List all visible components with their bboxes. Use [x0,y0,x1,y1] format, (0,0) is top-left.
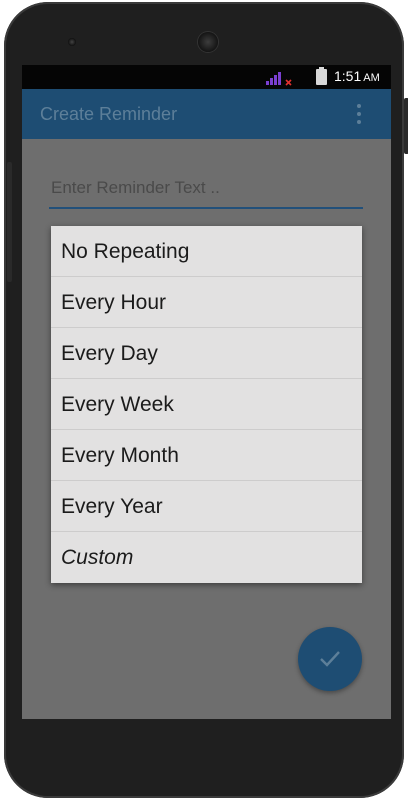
front-camera [68,38,76,46]
status-time: 1:51 AM [334,68,380,84]
menu-item-every-week[interactable]: Every Week [51,379,362,430]
power-button [404,98,408,154]
reminder-text-input[interactable] [49,169,363,209]
check-icon [320,651,340,667]
menu-item-every-day[interactable]: Every Day [51,328,362,379]
menu-item-no-repeating[interactable]: No Repeating [51,226,362,277]
menu-item-every-hour[interactable]: Every Hour [51,277,362,328]
no-sim-icon [285,79,292,86]
battery-icon [316,67,327,85]
menu-item-every-year[interactable]: Every Year [51,481,362,532]
time-value: 1:51 [334,68,362,84]
app-bar: Create Reminder [22,89,391,139]
time-ampm: AM [363,72,380,84]
more-vert-icon[interactable] [354,103,364,125]
screen: 1:51AM Create Reminder No Repeating Ever… [22,65,391,719]
signal-icon [266,72,292,86]
earpiece-speaker [198,32,218,52]
menu-item-every-month[interactable]: Every Month [51,430,362,481]
repeat-dropdown-menu: No Repeating Every Hour Every Day Every … [51,226,362,583]
save-fab-button[interactable] [298,627,362,691]
page-title: Create Reminder [40,104,178,124]
menu-item-custom[interactable]: Custom [51,532,362,583]
volume-button [7,162,12,282]
status-bar: 1:51 AM [22,65,391,89]
phone-frame: 1:51AM Create Reminder No Repeating Ever… [4,2,408,798]
